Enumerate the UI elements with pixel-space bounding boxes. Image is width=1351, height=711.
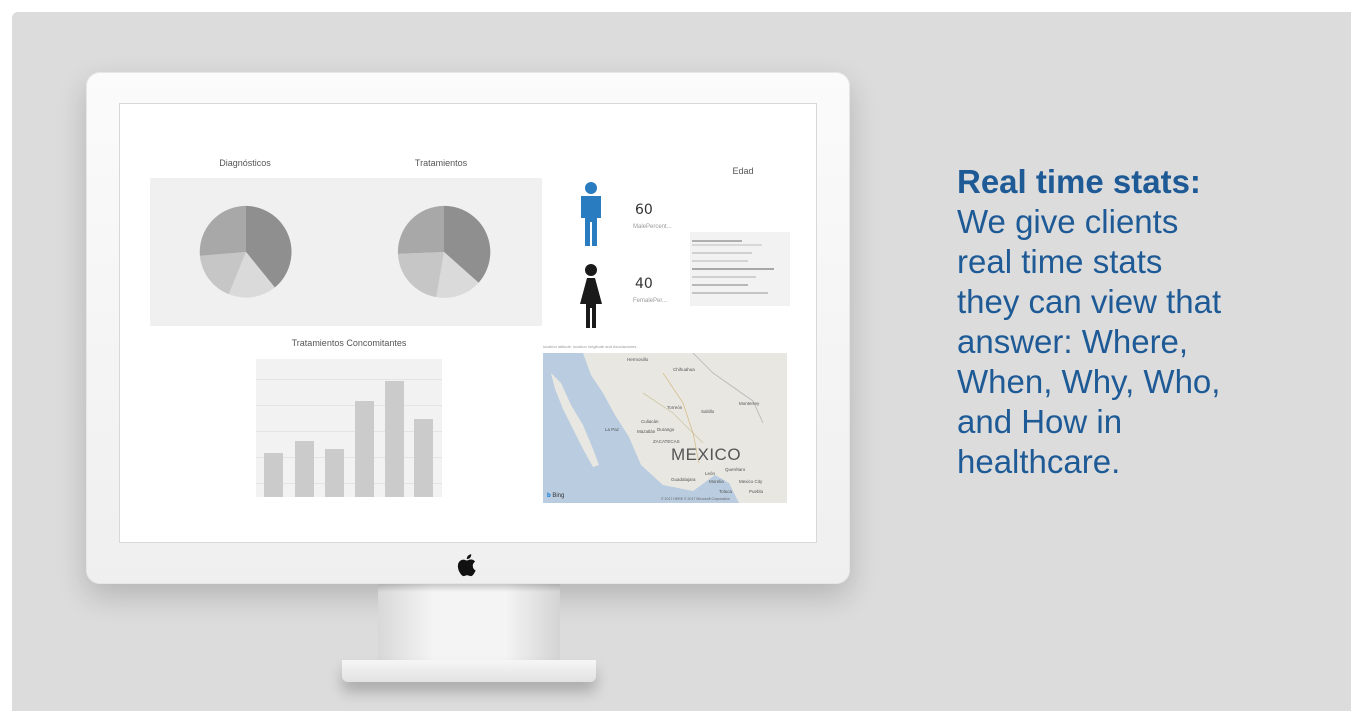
caption-heading: Real time stats:: [957, 163, 1201, 200]
dashboard-screen: Diagnósticos Tratamientos 60 MalePercent…: [120, 104, 816, 542]
map-city-label: Guadalajara: [671, 477, 696, 482]
bing-logo: b Bing: [547, 493, 565, 499]
map-city-label: León: [705, 471, 716, 476]
caption-line: When, Why, Who,: [957, 363, 1221, 400]
female-percent-label: FemalePer...: [633, 298, 668, 304]
map-city-label: Culiacán: [641, 419, 659, 424]
map-city-label: Saltillo: [701, 409, 715, 414]
female-percent-value: 40: [635, 276, 653, 292]
female-figure-icon: [580, 264, 602, 328]
male-percent-value: 60: [635, 202, 653, 218]
bar-chart-tratamientos-concomitantes: [256, 359, 442, 497]
caption-line: healthcare.: [957, 443, 1121, 480]
map-city-label: Querétaro: [725, 467, 746, 472]
map-city-label: Monterrey: [739, 401, 760, 406]
apple-logo-icon: [457, 554, 476, 577]
male-figure-icon: [581, 182, 601, 246]
map-city-label: Chihuahua: [673, 367, 695, 372]
map-city-label: ZACATECAS: [653, 439, 680, 444]
monitor-base: [342, 660, 596, 682]
caption-line: real time stats: [957, 243, 1163, 280]
map-city-label: Toluca: [719, 489, 733, 494]
caption-text: Real time stats: We give clients real ti…: [957, 162, 1327, 482]
map-city-label: Torreón: [667, 405, 683, 410]
monitor-stand: [378, 584, 560, 662]
pie-chart-diagnosticos: [199, 205, 292, 298]
caption-line: answer: Where,: [957, 323, 1189, 360]
mexico-map[interactable]: MEXICO Hermosillo Chihuahua Torreón Salt…: [543, 353, 787, 503]
map-copyright: © 2017 HERE © 2017 Microsoft Corporation: [661, 497, 730, 501]
caption-line: they can view that: [957, 283, 1222, 320]
bar-chart-title: Tratamientos Concomitantes: [291, 338, 407, 348]
map-country-label: MEXICO: [671, 445, 742, 464]
stand-shadow: [378, 584, 560, 592]
map-city-label: Hermosillo: [627, 357, 649, 362]
map-header: location latitude, location longitude an…: [543, 344, 637, 349]
caption-line: We give clients: [957, 203, 1179, 240]
map-city-label: Puebla: [749, 489, 764, 494]
pie2-title: Tratamientos: [414, 158, 468, 168]
pie-chart-tratamientos: [397, 205, 491, 298]
map-city-label: Morelia: [709, 479, 724, 484]
map-city-label: Mazatlán: [637, 429, 656, 434]
pie1-title: Diagnósticos: [219, 158, 271, 168]
edad-title: Edad: [732, 166, 754, 176]
edad-chart: [690, 232, 790, 306]
map-city-label: La Paz: [605, 427, 620, 432]
male-percent-label: MalePercent...: [633, 224, 672, 230]
caption-line: and How in: [957, 403, 1123, 440]
map-city-label: Durango: [657, 427, 675, 432]
map-city-label: Mexico City: [739, 479, 763, 484]
